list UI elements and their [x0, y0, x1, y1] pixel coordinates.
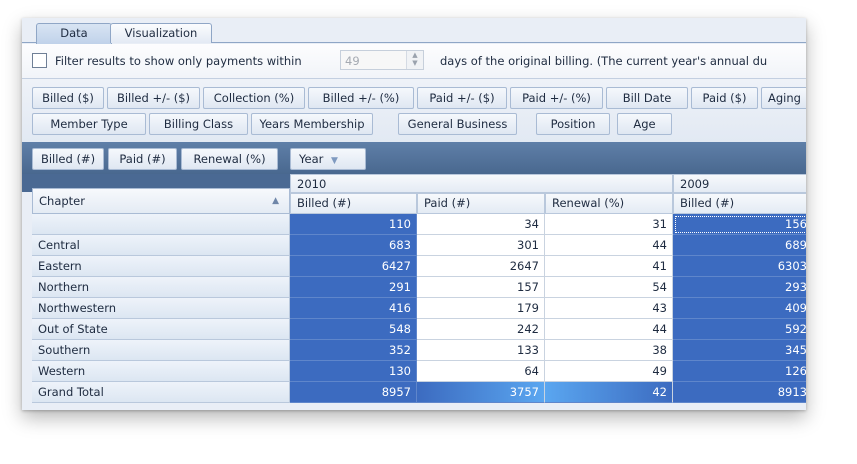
data-cell[interactable]: 242 — [417, 319, 545, 340]
data-cell[interactable]: 133 — [417, 340, 545, 361]
field-general-business[interactable]: General Business — [398, 113, 517, 135]
column-field-label: Year — [299, 152, 324, 166]
row-label[interactable]: Eastern — [32, 256, 290, 277]
field-collection-pct[interactable]: Collection (%) — [203, 87, 305, 109]
row-label[interactable]: Northern — [32, 277, 290, 298]
data-cell[interactable]: 293 — [673, 277, 806, 298]
data-cell[interactable]: 689 — [673, 235, 806, 256]
data-cell[interactable]: 683 — [290, 235, 417, 256]
data-field-billed-count[interactable]: Billed (#) — [32, 148, 104, 170]
data-cell[interactable]: 301 — [417, 235, 545, 256]
data-cell[interactable]: 352 — [290, 340, 417, 361]
data-cell[interactable]: 38 — [545, 340, 673, 361]
data-field-renewal-pct[interactable]: Renewal (%) — [181, 148, 278, 170]
row-label[interactable]: Southern — [32, 340, 290, 361]
data-cell[interactable]: 54 — [545, 277, 673, 298]
data-cell[interactable]: 41 — [545, 256, 673, 277]
sort-ascending-icon[interactable]: ▲ — [272, 189, 279, 213]
data-cell[interactable]: 31 — [545, 214, 673, 235]
data-cell[interactable]: 345 — [673, 340, 806, 361]
field-billed-change-pct[interactable]: Billed +/- (%) — [308, 87, 414, 109]
field-paid-change-dollars[interactable]: Paid +/- ($) — [417, 87, 507, 109]
data-cell[interactable]: 49 — [545, 361, 673, 382]
row-field-chapter[interactable]: Chapter ▲ — [32, 188, 290, 214]
row-field-label: Chapter — [39, 194, 85, 208]
grand-total-label[interactable]: Grand Total — [32, 382, 290, 403]
grand-total-cell[interactable]: 8957 — [290, 382, 417, 403]
tab-data[interactable]: Data — [36, 23, 112, 44]
filter-suffix: days of the original billing. (The curre… — [440, 54, 768, 68]
field-position[interactable]: Position — [536, 113, 610, 135]
data-cell[interactable]: 548 — [290, 319, 417, 340]
days-spinner[interactable]: 49 ▲ ▼ — [340, 50, 424, 70]
field-bill-date[interactable]: Bill Date — [606, 87, 688, 109]
row-label[interactable]: Western — [32, 361, 290, 382]
data-cell[interactable]: 156 — [673, 214, 806, 235]
data-cell[interactable]: 291 — [290, 277, 417, 298]
data-cell[interactable]: 179 — [417, 298, 545, 319]
field-age[interactable]: Age — [617, 113, 672, 135]
filter-arrow-icon[interactable]: ▼ — [331, 156, 338, 166]
field-member-type[interactable]: Member Type — [32, 113, 146, 135]
field-list-panel: Billed ($) Billed +/- ($) Collection (%)… — [22, 79, 806, 142]
year-header-2010[interactable]: 2010 — [290, 174, 673, 193]
measure-header-billed-2010[interactable]: Billed (#) — [290, 193, 417, 214]
measure-header-billed-2009[interactable]: Billed (#) — [673, 193, 806, 214]
row-label[interactable] — [32, 214, 290, 235]
tab-strip: Data Visualization — [22, 18, 806, 44]
grand-total-cell[interactable]: 8913 — [673, 382, 806, 403]
data-cell[interactable]: 409 — [673, 298, 806, 319]
data-cell[interactable]: 44 — [545, 319, 673, 340]
field-paid-change-pct[interactable]: Paid +/- (%) — [510, 87, 603, 109]
measure-header-renewal-2010[interactable]: Renewal (%) — [545, 193, 673, 214]
filter-bar: Filter results to show only payments wit… — [22, 44, 806, 79]
field-aging[interactable]: Aging — [761, 87, 806, 109]
data-cell[interactable]: 2647 — [417, 256, 545, 277]
field-billed-dollars[interactable]: Billed ($) — [32, 87, 104, 109]
data-cell[interactable]: 416 — [290, 298, 417, 319]
data-cell[interactable]: 34 — [417, 214, 545, 235]
data-cell[interactable]: 6303 — [673, 256, 806, 277]
data-cell[interactable]: 64 — [417, 361, 545, 382]
data-field-area: Billed (#) Paid (#) Renewal (%) Year ▼ — [22, 142, 806, 174]
data-cell[interactable]: 110 — [290, 214, 417, 235]
year-header-2009[interactable]: 2009 — [673, 174, 806, 193]
row-label[interactable]: Out of State — [32, 319, 290, 340]
field-billed-change-dollars[interactable]: Billed +/- ($) — [107, 87, 200, 109]
data-field-paid-count[interactable]: Paid (#) — [108, 148, 177, 170]
field-years-membership[interactable]: Years Membership — [251, 113, 373, 135]
pivot-window: Data Visualization Filter results to sho… — [22, 18, 806, 410]
grand-total-cell[interactable]: 3757 — [417, 382, 545, 403]
row-label[interactable]: Central — [32, 235, 290, 256]
row-label[interactable]: Northwestern — [32, 298, 290, 319]
days-value: 49 — [345, 54, 360, 68]
filter-label: Filter results to show only payments wit… — [55, 54, 302, 68]
data-cell[interactable]: 130 — [290, 361, 417, 382]
filter-checkbox[interactable] — [32, 53, 47, 68]
data-cell[interactable]: 157 — [417, 277, 545, 298]
data-cell[interactable]: 6427 — [290, 256, 417, 277]
data-cell[interactable]: 592 — [673, 319, 806, 340]
data-cell[interactable]: 43 — [545, 298, 673, 319]
field-billing-class[interactable]: Billing Class — [149, 113, 248, 135]
tab-visualization[interactable]: Visualization — [110, 23, 212, 43]
data-cell[interactable]: 126 — [673, 361, 806, 382]
spinner-arrows-icon[interactable]: ▲ ▼ — [406, 51, 423, 69]
grand-total-cell[interactable]: 42 — [545, 382, 673, 403]
column-field-year[interactable]: Year ▼ — [290, 148, 366, 170]
field-paid-dollars[interactable]: Paid ($) — [691, 87, 758, 109]
measure-header-paid-2010[interactable]: Paid (#) — [417, 193, 545, 214]
data-cell[interactable]: 44 — [545, 235, 673, 256]
